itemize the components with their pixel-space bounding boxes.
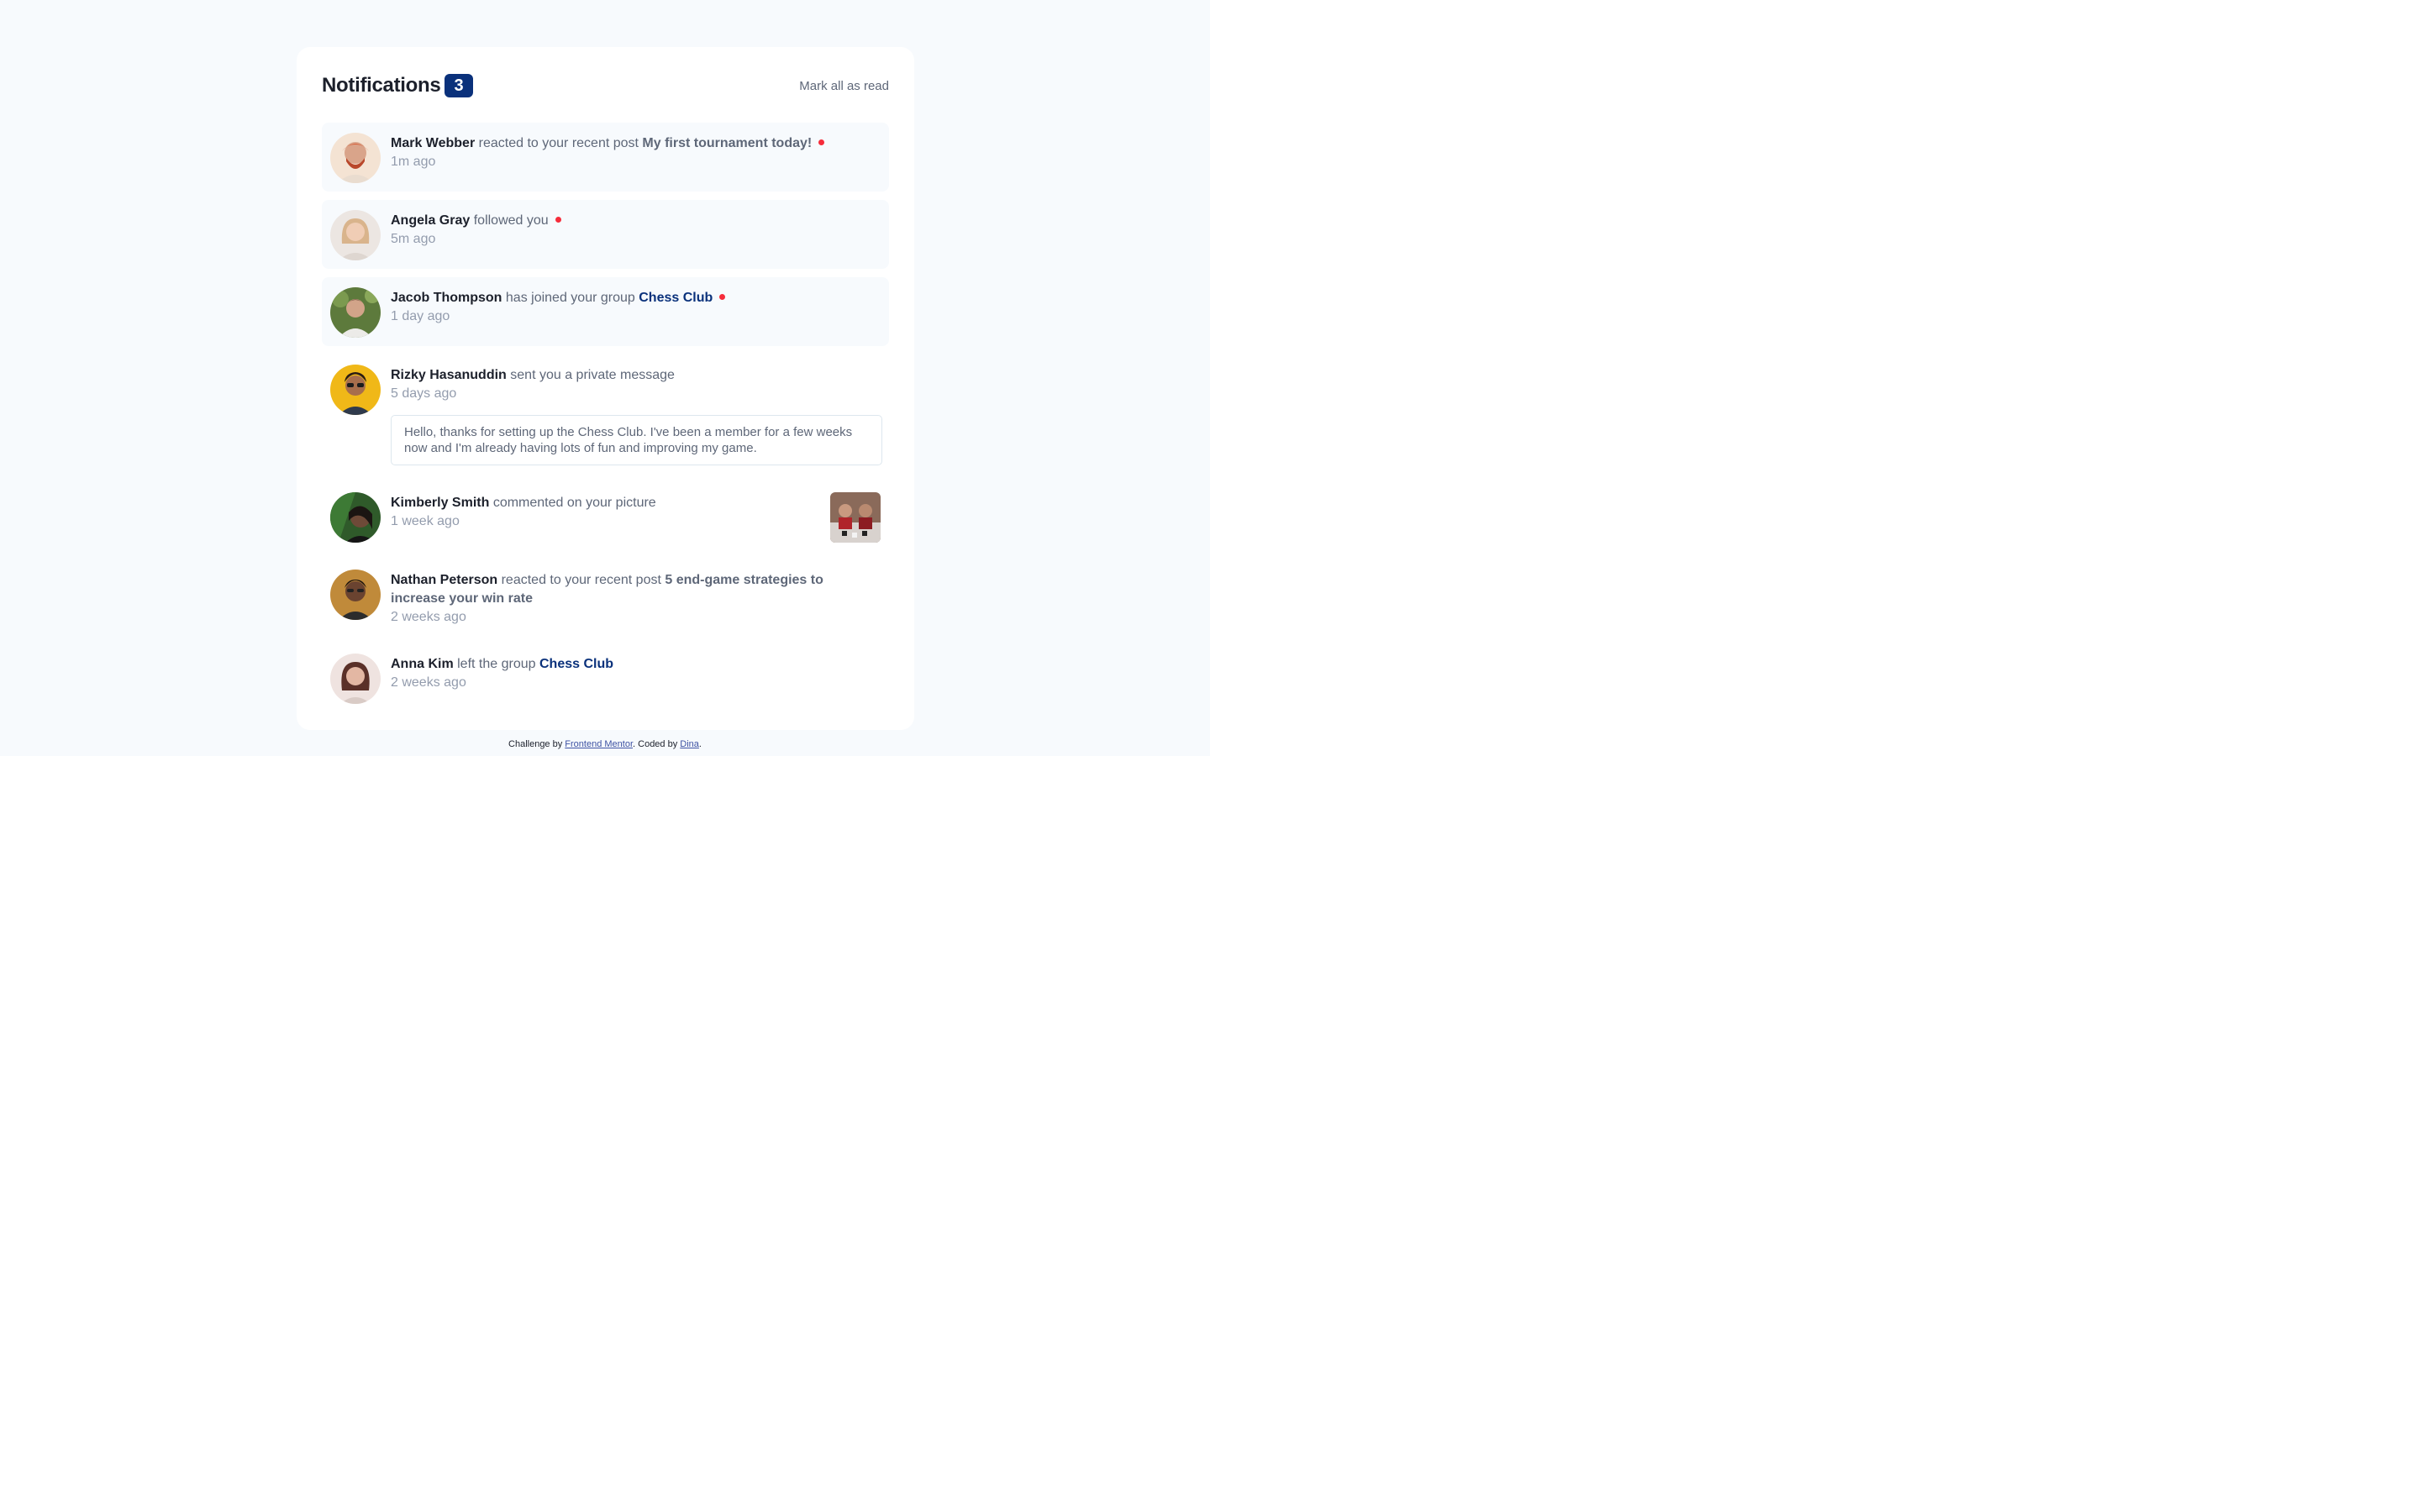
- title-group: Notifications 3: [322, 74, 473, 97]
- notification-body: Anna Kim left the group Chess Club 2 wee…: [391, 654, 881, 692]
- notification-time: 2 weeks ago: [391, 610, 466, 624]
- notification-item[interactable]: Kimberly Smith commented on your picture…: [322, 482, 889, 551]
- notification-body: Kimberly Smith commented on your picture…: [391, 492, 822, 531]
- notification-action: has joined your group: [505, 291, 635, 305]
- avatar-kimberly-smith: [330, 492, 381, 543]
- post-link[interactable]: My first tournament today!: [642, 136, 812, 150]
- notification-body: Nathan Peterson reacted to your recent p…: [391, 570, 881, 627]
- notification-body: Jacob Thompson has joined your group Che…: [391, 287, 881, 326]
- user-name[interactable]: Kimberly Smith: [391, 496, 489, 510]
- notification-time: 5m ago: [391, 232, 436, 246]
- notification-action: followed you: [473, 213, 549, 228]
- notification-text: Rizky Hasanuddin sent you a private mess…: [391, 366, 881, 385]
- notification-text: Nathan Peterson reacted to your recent p…: [391, 571, 881, 608]
- notification-action: left the group: [457, 657, 536, 671]
- group-link[interactable]: Chess Club: [639, 291, 713, 305]
- group-link[interactable]: Chess Club: [539, 657, 613, 671]
- unread-dot-icon: [818, 139, 825, 146]
- notification-action: reacted to your recent post: [501, 573, 661, 587]
- notification-body: Rizky Hasanuddin sent you a private mess…: [391, 365, 882, 465]
- notification-action: commented on your picture: [492, 496, 656, 510]
- notification-text: Anna Kim left the group Chess Club: [391, 655, 881, 674]
- avatar-nathan-peterson: [330, 570, 381, 620]
- avatar-jacob-thompson: [330, 287, 381, 338]
- commented-picture-thumbnail[interactable]: [830, 492, 881, 543]
- notification-time: 1 day ago: [391, 309, 450, 323]
- footer-prefix: Challenge by: [508, 739, 563, 749]
- avatar-anna-kim: [330, 654, 381, 704]
- unread-dot-icon: [719, 294, 726, 301]
- footer-suffix: .: [698, 739, 702, 749]
- user-name[interactable]: Angela Gray: [391, 213, 470, 228]
- user-name[interactable]: Rizky Hasanuddin: [391, 368, 507, 382]
- author-link[interactable]: Dina: [680, 739, 699, 749]
- unread-dot-icon: [555, 217, 561, 223]
- notification-time: 1m ago: [391, 155, 436, 169]
- notification-text: Mark Webber reacted to your recent post …: [391, 134, 881, 153]
- frontend-mentor-link[interactable]: Frontend Mentor: [565, 739, 633, 749]
- avatar-mark-webber: [330, 133, 381, 183]
- notification-item[interactable]: Angela Gray followed you 5m ago: [322, 200, 889, 269]
- notification-text: Angela Gray followed you: [391, 212, 881, 230]
- user-name[interactable]: Nathan Peterson: [391, 573, 497, 587]
- notification-item[interactable]: Nathan Peterson reacted to your recent p…: [322, 559, 889, 635]
- user-name[interactable]: Mark Webber: [391, 136, 475, 150]
- notification-time: 5 days ago: [391, 386, 457, 401]
- notifications-header: Notifications 3 Mark all as read: [322, 72, 889, 99]
- notification-time: 2 weeks ago: [391, 675, 466, 690]
- notification-body: Mark Webber reacted to your recent post …: [391, 133, 881, 171]
- notification-text: Jacob Thompson has joined your group Che…: [391, 289, 881, 307]
- notification-text: Kimberly Smith commented on your picture: [391, 494, 822, 512]
- notification-item[interactable]: Rizky Hasanuddin sent you a private mess…: [322, 354, 889, 474]
- attribution-footer: Challenge by Frontend Mentor. Coded by D…: [0, 739, 1210, 749]
- notification-item[interactable]: Jacob Thompson has joined your group Che…: [322, 277, 889, 346]
- notification-item[interactable]: Anna Kim left the group Chess Club 2 wee…: [322, 643, 889, 712]
- notification-item[interactable]: Mark Webber reacted to your recent post …: [322, 123, 889, 192]
- footer-middle: . Coded by: [633, 739, 678, 749]
- mark-all-read-button[interactable]: Mark all as read: [799, 79, 889, 93]
- page-title: Notifications: [322, 74, 441, 97]
- notification-body: Angela Gray followed you 5m ago: [391, 210, 881, 249]
- notifications-card: Notifications 3 Mark all as read Mark We…: [297, 47, 914, 730]
- notification-action: reacted to your recent post: [478, 136, 639, 150]
- user-name[interactable]: Jacob Thompson: [391, 291, 502, 305]
- private-message-preview[interactable]: Hello, thanks for setting up the Chess C…: [391, 415, 882, 465]
- notification-action: sent you a private message: [510, 368, 675, 382]
- unread-count-badge: 3: [445, 74, 473, 97]
- avatar-angela-gray: [330, 210, 381, 260]
- notification-time: 1 week ago: [391, 514, 460, 528]
- avatar-rizky-hasanuddin: [330, 365, 381, 415]
- user-name[interactable]: Anna Kim: [391, 657, 454, 671]
